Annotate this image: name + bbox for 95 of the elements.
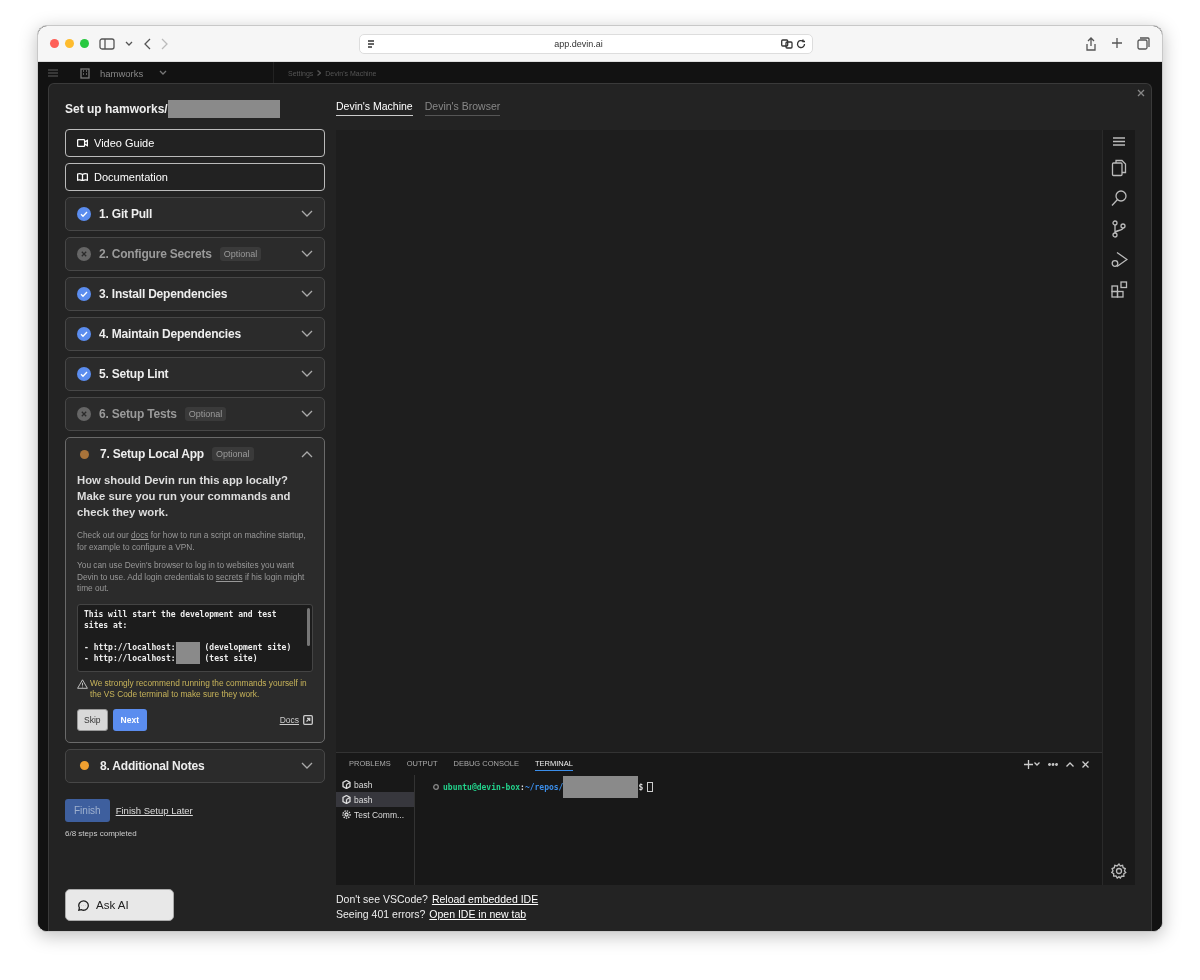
branch-icon[interactable] bbox=[1112, 220, 1126, 238]
building-icon bbox=[80, 67, 90, 79]
progress-text: 6/8 steps completed bbox=[65, 828, 138, 838]
terminal-text: ubuntu@devin-box bbox=[443, 782, 521, 792]
optional-tag: Optional bbox=[184, 407, 227, 421]
check-circle-icon bbox=[77, 367, 91, 381]
terminal-text: ~/repos/ bbox=[524, 782, 564, 792]
cube-icon bbox=[342, 795, 351, 804]
step-card[interactable] bbox=[65, 437, 325, 743]
gear-icon bbox=[342, 810, 351, 819]
step-title: 1. Git Pull bbox=[99, 207, 153, 221]
code-text: - http://localhost: bbox=[84, 642, 176, 654]
warning-text: We strongly recommend running the commands yourself in the VS Code terminal to make sure they work. bbox=[90, 677, 308, 701]
cursor bbox=[647, 782, 654, 792]
org-name[interactable]: hamworks bbox=[100, 67, 144, 79]
optional-tag: Optional bbox=[211, 447, 254, 461]
tab[interactable]: Devin's Machine bbox=[336, 99, 413, 116]
reload-icon bbox=[796, 38, 806, 49]
circle-icon bbox=[433, 784, 439, 790]
external-link-icon bbox=[303, 714, 313, 725]
check-circle-icon bbox=[77, 327, 91, 341]
code-text: (development site) bbox=[204, 642, 292, 653]
settings-icon[interactable] bbox=[1111, 863, 1127, 879]
terminal-item[interactable]: Test Comm... bbox=[336, 807, 414, 822]
command-editor[interactable]: This will start the development and test sites at: - http://localhost: (development site) - http://localhost: (test site) bbox=[77, 603, 313, 672]
chevron-right-icon bbox=[317, 70, 322, 76]
page-icon bbox=[366, 38, 376, 49]
help-text: Don't see VSCode? bbox=[336, 893, 428, 905]
warning-icon bbox=[77, 678, 88, 689]
chevron-down-icon bbox=[125, 40, 133, 47]
step-card[interactable]: 5. Setup Lint bbox=[65, 357, 325, 391]
step-title: 3. Install Dependencies bbox=[99, 287, 228, 301]
help-link[interactable]: Open IDE in new tab bbox=[429, 908, 527, 920]
step-card[interactable]: 4. Maintain Dependencies bbox=[65, 317, 325, 351]
step-title: 7. Setup Local App bbox=[100, 447, 204, 461]
terminal-text: : bbox=[520, 782, 525, 792]
inline-link[interactable]: docs bbox=[130, 530, 149, 540]
chevron-down-icon[interactable] bbox=[1034, 762, 1040, 766]
sidebar-icon[interactable] bbox=[99, 37, 115, 50]
share-icon[interactable] bbox=[1085, 36, 1097, 51]
chat-icon bbox=[78, 899, 89, 911]
book-icon bbox=[77, 173, 88, 181]
skip-button[interactable]: Skip bbox=[77, 708, 108, 731]
step-title: 2. Configure Secrets bbox=[99, 247, 212, 261]
dialog-title: Set up hamworks/ bbox=[65, 102, 168, 116]
tabs-icon[interactable] bbox=[1137, 36, 1150, 50]
x-circle-icon bbox=[77, 247, 91, 261]
translate-icon bbox=[781, 38, 793, 49]
x-circle-icon bbox=[77, 407, 91, 421]
help-link[interactable]: Reload embedded IDE bbox=[431, 893, 539, 905]
step-card[interactable]: 3. Install Dependencies bbox=[65, 277, 325, 311]
video-icon bbox=[77, 139, 88, 147]
step-title: 6. Setup Tests bbox=[99, 407, 177, 421]
terminal-item[interactable]: bash bbox=[336, 792, 414, 807]
code-text: (test site) bbox=[204, 653, 258, 665]
chevron-down-icon bbox=[159, 70, 168, 76]
close-icon[interactable] bbox=[1137, 89, 1145, 97]
menu-icon bbox=[48, 69, 58, 77]
plus-icon[interactable] bbox=[1111, 36, 1123, 49]
check-circle-icon bbox=[77, 287, 91, 301]
docs-link[interactable]: Docs bbox=[279, 714, 313, 725]
search-icon[interactable] bbox=[1111, 190, 1127, 207]
close-icon[interactable] bbox=[1082, 760, 1089, 768]
step-title: 4. Maintain Dependencies bbox=[99, 327, 241, 341]
guide-link[interactable]: Video Guide bbox=[65, 129, 325, 157]
menu-icon[interactable] bbox=[1113, 137, 1125, 146]
more-icon[interactable] bbox=[1048, 762, 1058, 766]
back-icon[interactable] bbox=[143, 37, 151, 50]
extensions-icon[interactable] bbox=[1110, 281, 1128, 298]
step-card[interactable]: 8. Additional Notes bbox=[65, 748, 325, 783]
inline-link[interactable]: secrets bbox=[215, 571, 243, 582]
ask-ai-button[interactable]: Ask AI bbox=[65, 889, 174, 921]
step-title: 8. Additional Notes bbox=[100, 758, 205, 773]
step-card[interactable]: 6. Setup Tests Optional bbox=[65, 397, 325, 431]
step-title: 5. Setup Lint bbox=[99, 367, 169, 381]
help-text: Seeing 401 errors? bbox=[336, 908, 426, 920]
address-bar[interactable]: app.devin.ai bbox=[359, 33, 813, 54]
code-text: - http://localhost: bbox=[84, 653, 176, 665]
optional-tag: Optional bbox=[219, 247, 262, 261]
help-text: Check out our docs for how to run a script on machine startup, for example to configure a VPN. bbox=[77, 530, 307, 553]
scrollbar bbox=[307, 607, 310, 646]
terminal-text: $ bbox=[638, 782, 644, 792]
step-question: How should Devin run this app locally? Make sure you run your commands and check they work. bbox=[77, 473, 292, 520]
check-circle-icon bbox=[77, 207, 91, 221]
step-card[interactable]: 2. Configure Secrets Optional bbox=[65, 237, 325, 271]
cube-icon bbox=[342, 780, 351, 789]
step-card[interactable]: 1. Git Pull bbox=[65, 197, 325, 231]
tab[interactable]: Devin's Browser bbox=[424, 99, 501, 116]
finish-later-link[interactable]: Finish Setup Later bbox=[115, 804, 193, 816]
files-icon[interactable] bbox=[1111, 159, 1127, 177]
guide-link[interactable]: Documentation bbox=[65, 163, 325, 191]
help-text: You can use Devin's browser to log in to websites you want Devin to use. Add login credentials to secrets if his login might time out. bbox=[77, 560, 306, 595]
terminal-item[interactable]: bash bbox=[336, 777, 414, 792]
chevron-up-icon[interactable] bbox=[1066, 761, 1074, 767]
code-text: This will start the development and test sites at: bbox=[84, 609, 278, 630]
